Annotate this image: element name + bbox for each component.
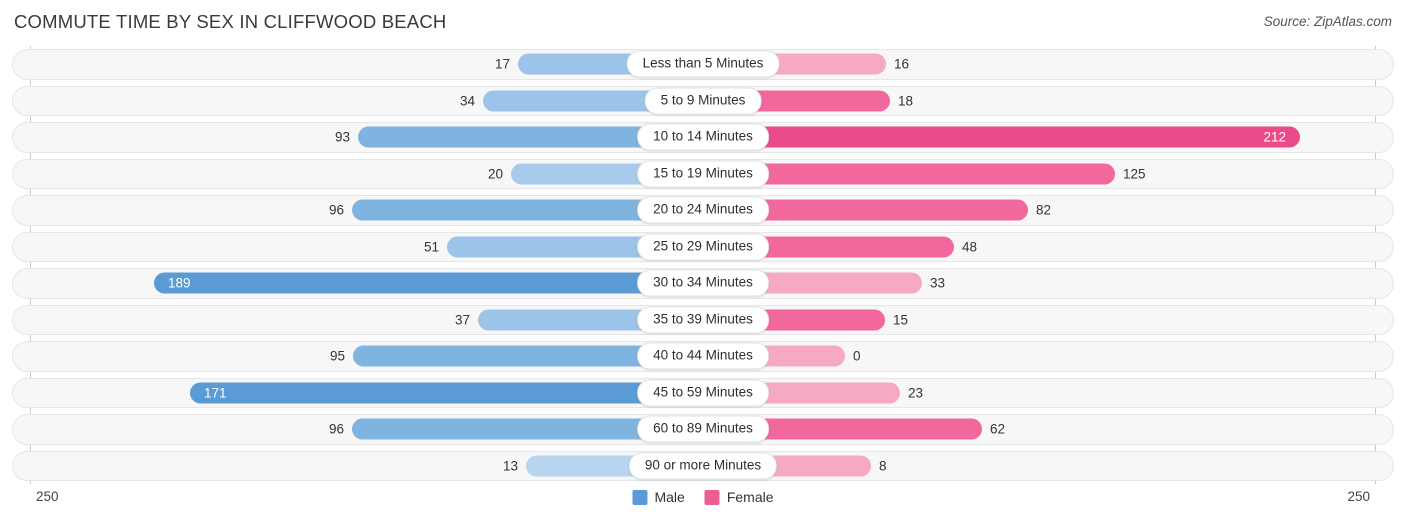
category-label: 5 to 9 Minutes — [644, 87, 762, 115]
category-label: Less than 5 Minutes — [626, 50, 780, 78]
bar-row: 95 0 40 to 44 Minutes — [0, 338, 1406, 375]
female-bar[interactable] — [703, 126, 1300, 148]
male-value-label: 13 — [502, 458, 518, 473]
plot-area: 17 16 Less than 5 Minutes 34 18 5 to 9 Minute… — [0, 46, 1406, 484]
male-value-label: 51 — [423, 239, 439, 254]
category-label: 45 to 59 Minutes — [637, 379, 769, 407]
bar-row: 189 33 30 to 34 Minutes — [0, 265, 1406, 302]
male-value-label: 93 — [334, 129, 350, 145]
male-value-label: 20 — [487, 166, 503, 181]
legend-swatch-icon — [704, 489, 720, 505]
female-value-label: 16 — [894, 56, 910, 72]
axis-max-left: 250 — [36, 489, 59, 504]
legend-swatch-icon — [632, 489, 648, 505]
axis-max-right: 250 — [1347, 489, 1370, 504]
category-label: 35 to 39 Minutes — [637, 306, 769, 334]
female-value-label: 18 — [898, 93, 914, 108]
bar-rows: 17 16 Less than 5 Minutes 34 18 5 to 9 Minute… — [0, 46, 1406, 484]
male-bar[interactable] — [154, 272, 703, 294]
bar-row: 37 15 35 to 39 Minutes — [0, 302, 1406, 339]
legend-item[interactable]: Male — [632, 489, 685, 505]
female-value-label: 15 — [893, 312, 909, 327]
male-value-label: 171 — [204, 385, 227, 400]
category-label: 60 to 89 Minutes — [637, 415, 769, 443]
male-value-label: 34 — [459, 93, 475, 108]
chart-footer: 250 250 Male Female — [0, 484, 1406, 523]
category-label: 30 to 34 Minutes — [637, 269, 769, 297]
category-label: 40 to 44 Minutes — [637, 342, 769, 370]
category-label: 25 to 29 Minutes — [637, 233, 769, 261]
bar-row: 51 48 25 to 29 Minutes — [0, 229, 1406, 266]
bar-row: 96 82 20 to 24 Minutes — [0, 192, 1406, 229]
male-value-label: 95 — [329, 348, 345, 364]
male-value-label: 96 — [328, 421, 344, 437]
legend-label: Female — [726, 489, 774, 505]
female-value-label: 8 — [879, 458, 887, 473]
bar-row: 96 62 60 to 89 Minutes — [0, 411, 1406, 448]
chart-page: COMMUTE TIME BY SEX IN CLIFFWOOD BEACH S… — [0, 0, 1406, 523]
female-value-label: 23 — [908, 385, 924, 400]
male-bar[interactable] — [190, 382, 703, 404]
bar-row: 93 212 10 to 14 Minutes — [0, 119, 1406, 156]
category-label: 90 or more Minutes — [628, 452, 778, 480]
female-value-label: 48 — [962, 239, 978, 254]
source-attribution: Source: ZipAtlas.com — [1263, 14, 1392, 29]
female-value-label: 212 — [1263, 129, 1286, 145]
male-value-label: 17 — [494, 56, 510, 72]
bar-row: 171 23 45 to 59 Minutes — [0, 375, 1406, 412]
bar-row: 20 125 15 to 19 Minutes — [0, 156, 1406, 193]
bar-row: 13 8 90 or more Minutes — [0, 448, 1406, 485]
legend-label: Male — [654, 489, 685, 505]
female-value-label: 62 — [990, 421, 1006, 437]
male-value-label: 37 — [454, 312, 470, 327]
female-value-label: 82 — [1036, 202, 1052, 218]
bar-row: 34 18 5 to 9 Minutes — [0, 83, 1406, 120]
page-title: COMMUTE TIME BY SEX IN CLIFFWOOD BEACH — [14, 11, 447, 32]
legend-item[interactable]: Female — [704, 489, 774, 505]
chart-header: COMMUTE TIME BY SEX IN CLIFFWOOD BEACH S… — [0, 0, 1406, 46]
female-value-label: 0 — [853, 348, 861, 364]
male-value-label: 96 — [328, 202, 344, 218]
category-label: 10 to 14 Minutes — [637, 123, 769, 151]
male-value-label: 189 — [168, 275, 191, 291]
bar-row: 17 16 Less than 5 Minutes — [0, 46, 1406, 83]
category-label: 15 to 19 Minutes — [637, 160, 769, 188]
female-value-label: 33 — [930, 275, 946, 291]
female-value-label: 125 — [1123, 166, 1146, 181]
chart-legend: Male Female — [632, 489, 774, 505]
category-label: 20 to 24 Minutes — [637, 196, 769, 224]
